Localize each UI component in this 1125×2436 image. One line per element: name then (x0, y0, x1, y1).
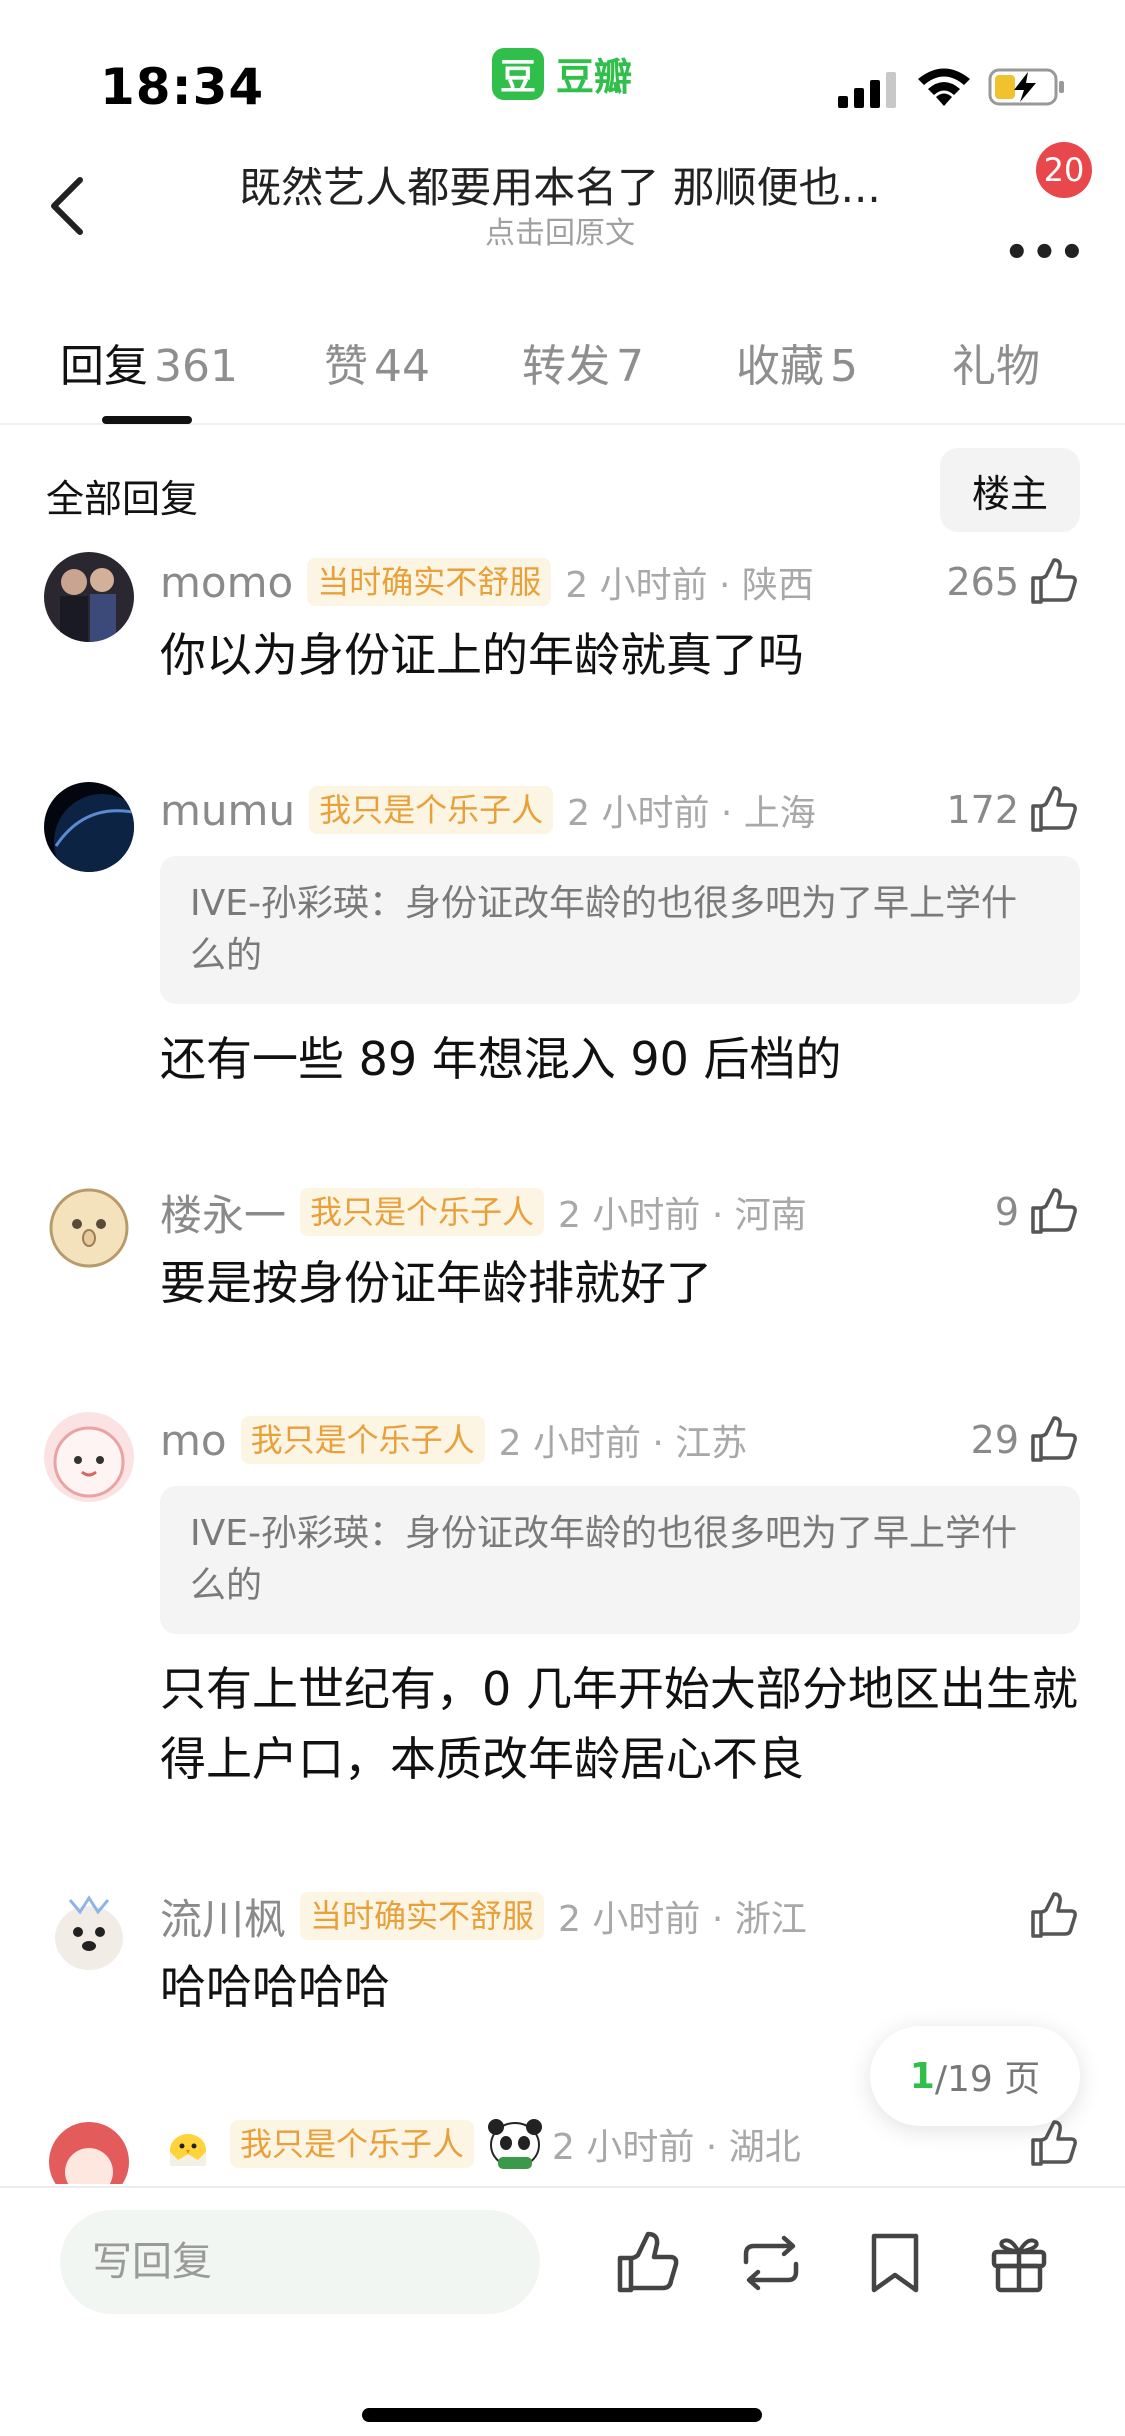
repost-icon[interactable] (736, 2228, 806, 2298)
comment-meta: 流川枫 当时确实不舒服 2 小时前 · 浙江 (160, 1886, 807, 1946)
username[interactable]: 楼永一 (160, 1182, 286, 1243)
like-button[interactable]: 265 (946, 552, 1079, 612)
avatar[interactable] (44, 1886, 134, 1976)
comment-meta: 我只是个乐子人 2 小时前 · 湖北 (160, 2114, 801, 2174)
avatar[interactable] (44, 1412, 134, 1502)
app-logo-icon: 豆 (492, 47, 544, 100)
comment-time-location: 2 小时前 · 江苏 (498, 1423, 748, 1464)
app-name: 豆瓣 (556, 55, 633, 99)
post-title[interactable]: 既然艺人都要用本名了 那顺便也... (200, 154, 920, 215)
comment-meta: mo 我只是个乐子人 2 小时前 · 江苏 (160, 1410, 747, 1470)
avatar[interactable] (44, 782, 134, 872)
tab-favorites[interactable]: 收藏 5 (736, 330, 858, 394)
reply-input[interactable] (60, 2210, 540, 2314)
status-time: 18:34 (100, 58, 265, 116)
back-icon[interactable] (40, 166, 100, 246)
comment-time-location: 2 小时前 · 河南 (558, 1195, 807, 1236)
comment-meta: momo 当时确实不舒服 2 小时前 · 陕西 (160, 552, 814, 612)
username[interactable]: 流川枫 (160, 1886, 286, 1947)
like-count: 29 (970, 1418, 1019, 1462)
bookmark-icon[interactable] (860, 2228, 930, 2298)
bottom-action-bar (0, 2186, 1125, 2436)
thumbs-up-icon (1031, 2120, 1077, 2166)
battery-charging-icon (988, 68, 1064, 106)
tab-label: 礼物 (952, 341, 1040, 392)
comment-time-location: 2 小时前 · 陕西 (565, 565, 814, 606)
like-button[interactable]: 9 (995, 1182, 1079, 1242)
panda-badge-icon (488, 2119, 543, 2169)
thumbs-up-icon (1031, 786, 1077, 832)
notification-badge: 20 (1036, 142, 1092, 198)
comment-text: 哈哈哈哈哈 (160, 1960, 390, 2014)
comment-text: 还有一些 89 年想混入 90 后档的 (160, 1032, 842, 1086)
home-indicator (362, 2408, 762, 2422)
quoted-comment[interactable]: IVE-孙彩瑛：身份证改年龄的也很多吧为了早上学什么的 (160, 1486, 1080, 1634)
like-count: 9 (994, 1190, 1019, 1234)
like-count: 265 (946, 560, 1019, 604)
comment-text: 你以为身份证上的年龄就真了吗 (160, 628, 804, 682)
tab-active-indicator (102, 416, 192, 424)
tab-label: 转发 (522, 341, 610, 392)
like-button[interactable]: 172 (946, 780, 1079, 840)
user-tag: 我只是个乐子人 (309, 786, 554, 834)
user-tag: 我只是个乐子人 (240, 1416, 485, 1464)
back-to-original-link[interactable]: 点击回原文 (200, 208, 920, 252)
user-tag: 我只是个乐子人 (300, 1188, 545, 1236)
quoted-comment[interactable]: IVE-孙彩瑛：身份证改年龄的也很多吧为了早上学什么的 (160, 856, 1080, 1004)
tab-likes[interactable]: 赞 44 (324, 330, 430, 394)
thumbs-up-icon[interactable] (612, 2228, 682, 2298)
comment-meta: mumu 我只是个乐子人 2 小时前 · 上海 (160, 780, 816, 840)
signal-icon (838, 72, 896, 108)
tab-label: 赞 (324, 341, 368, 392)
thumbs-up-icon (1031, 1188, 1077, 1234)
tab-gifts[interactable]: 礼物 (952, 330, 1040, 394)
username[interactable]: mumu (160, 786, 295, 835)
user-tag: 当时确实不舒服 (300, 1892, 545, 1940)
tab-count: 361 (154, 341, 238, 392)
thumbs-up-icon (1031, 558, 1077, 604)
page-indicator[interactable]: 1/19 页 (870, 2026, 1080, 2126)
total-pages: /19 页 (934, 2059, 1041, 2100)
tab-reposts[interactable]: 转发 7 (522, 330, 644, 394)
gift-icon[interactable] (984, 2228, 1054, 2298)
avatar[interactable] (44, 552, 134, 642)
tab-bar: 回复 361 赞 44 转发 7 收藏 5 礼物 (0, 320, 1125, 425)
thumbs-up-icon (1031, 1416, 1077, 1462)
more-icon: ••• (1004, 230, 1087, 276)
comment-time-location: 2 小时前 · 湖北 (552, 2127, 801, 2168)
username[interactable]: mo (160, 1416, 227, 1465)
comment-text: 要是按身份证年龄排就好了 (160, 1256, 712, 1310)
tab-count: 5 (830, 341, 858, 392)
post-header: 既然艺人都要用本名了 那顺便也... 点击回原文 ••• (0, 140, 1125, 290)
comment-time-location: 2 小时前 · 浙江 (558, 1899, 807, 1940)
comment-meta: 楼永一 我只是个乐子人 2 小时前 · 河南 (160, 1182, 807, 1242)
user-tag: 我只是个乐子人 (230, 2120, 475, 2168)
comment-text: 只有上世纪有，0 几年开始大部分地区出生就得上户口，本质改年龄居心不良 (160, 1662, 1078, 1786)
avatar[interactable] (44, 2114, 134, 2184)
app-badge: 豆 豆瓣 (492, 46, 632, 101)
tab-label: 回复 (60, 341, 148, 392)
tab-label: 收藏 (736, 341, 824, 392)
user-tag: 当时确实不舒服 (307, 558, 552, 606)
avatar[interactable] (44, 1182, 134, 1272)
thumbs-up-icon (1031, 1892, 1077, 1938)
wifi-icon (918, 68, 970, 106)
tab-count: 7 (616, 341, 644, 392)
like-button[interactable]: 29 (971, 1410, 1079, 1470)
current-page: 1 (909, 2055, 935, 2097)
chick-badge-icon (170, 2134, 206, 2166)
status-bar: 18:34 豆 豆瓣 (0, 0, 1125, 140)
op-only-filter-button[interactable]: 楼主 (940, 448, 1080, 532)
username[interactable]: momo (160, 558, 293, 607)
like-count: 172 (946, 788, 1019, 832)
like-button[interactable] (1027, 1886, 1079, 1946)
tab-count: 44 (374, 341, 430, 392)
section-title: 全部回复 (46, 477, 199, 521)
tab-replies[interactable]: 回复 361 (60, 330, 238, 394)
comment-time-location: 2 小时前 · 上海 (567, 793, 816, 834)
